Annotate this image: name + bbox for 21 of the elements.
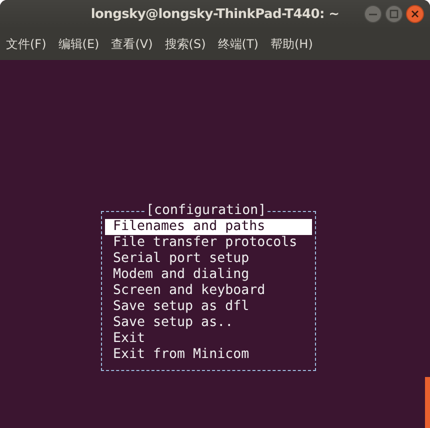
- menu-item[interactable]: 帮助(H): [270, 36, 313, 52]
- scrollbar-thumb[interactable]: [425, 377, 430, 428]
- maximize-icon[interactable]: [385, 5, 403, 23]
- menu-item[interactable]: 查看(V): [111, 36, 153, 52]
- menu-option[interactable]: Screen and keyboard: [105, 283, 312, 299]
- window-title: longsky@longsky-ThinkPad-T440: ~: [90, 6, 340, 22]
- menu-item[interactable]: 文件(F): [6, 36, 46, 52]
- menu-option[interactable]: Exit: [105, 331, 312, 347]
- menu-option[interactable]: Save setup as dfl: [105, 299, 312, 315]
- close-icon[interactable]: [406, 5, 424, 23]
- menu-item[interactable]: 搜索(S): [164, 36, 206, 52]
- dialog-title: [configuration]: [146, 203, 266, 219]
- minimize-icon[interactable]: [364, 5, 382, 23]
- menu-option[interactable]: Serial port setup: [105, 251, 312, 267]
- menu-item[interactable]: 终端(T): [218, 36, 258, 52]
- menu-item[interactable]: 编辑(E): [58, 36, 100, 52]
- menu-option[interactable]: Exit from Minicom: [105, 347, 312, 363]
- menu-option[interactable]: Save setup as..: [105, 315, 312, 331]
- menu-option[interactable]: File transfer protocols: [105, 235, 312, 251]
- menu-option[interactable]: Filenames and paths: [105, 219, 312, 235]
- menu-option[interactable]: Modem and dialing: [105, 267, 312, 283]
